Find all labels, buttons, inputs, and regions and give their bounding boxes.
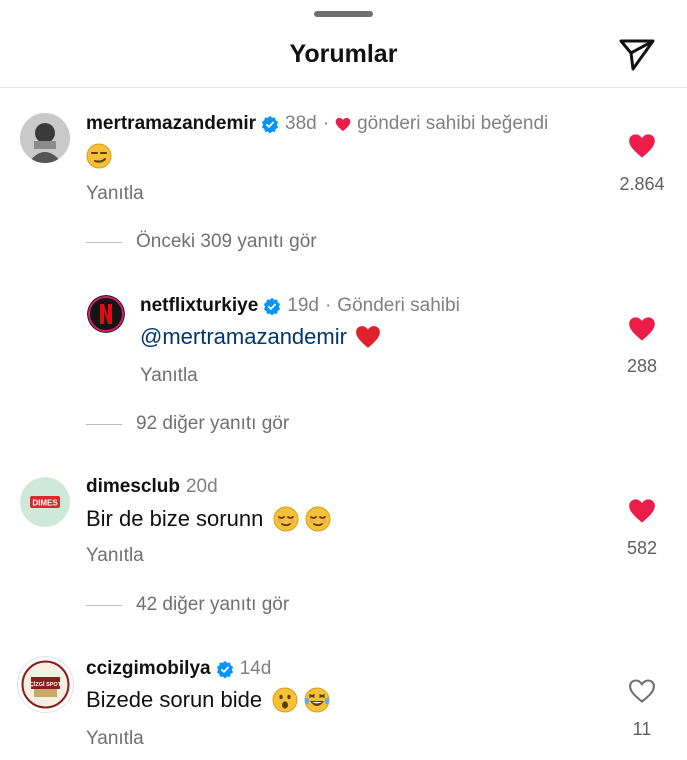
creator-badge-label: Gönderi sahibi (337, 295, 460, 316)
username[interactable]: netflixturkiye (140, 295, 258, 317)
like-button[interactable] (612, 133, 672, 159)
sheet-grabber-handle[interactable] (314, 11, 373, 17)
relieved-emoji (273, 506, 299, 532)
view-replies-button[interactable]: 92 diğer yanıtı gör (86, 413, 289, 435)
cizgi-logo-text: ÇİZGİ SPOT (30, 681, 62, 688)
comment-age: 14d (239, 658, 272, 679)
like-count: 2.864 (619, 174, 665, 194)
avatar[interactable] (87, 295, 125, 333)
view-replies-button[interactable]: 42 diğer yanıtı gör (86, 594, 289, 616)
view-replies-label: Önceki 309 yanıtı gör (136, 231, 317, 252)
avatar[interactable] (20, 113, 70, 163)
like-count: 582 (626, 538, 658, 558)
creator-liked-note: gönderi sahibi beğendi (357, 113, 549, 134)
username[interactable]: mertramazandemir (86, 113, 256, 135)
comment-headline: dimesclub 20d (86, 476, 218, 498)
verified-badge-icon (264, 297, 281, 315)
reply-button[interactable]: Yanıtla (86, 728, 144, 750)
like-button[interactable] (612, 498, 672, 524)
comment-text: @mertramazandemir (140, 324, 381, 350)
comment-headline: netflixturkiye 19d · Gönderi sahibi (140, 295, 460, 317)
avatar[interactable]: DIMES (20, 477, 70, 527)
divider-line (86, 423, 122, 425)
surprised-emoji (272, 687, 298, 713)
comment-text: Bir de bize sorunn (86, 506, 331, 532)
view-replies-label: 42 diğer yanıtı gör (136, 594, 290, 615)
comments-header: Yorumlar (0, 0, 687, 88)
comment-age: 19d (287, 295, 319, 316)
dimes-logo-text: DIMES (32, 499, 58, 508)
divider-line (86, 604, 122, 606)
view-replies-button[interactable]: Önceki 309 yanıtı gör (86, 231, 317, 253)
heart-filled-icon (629, 317, 655, 341)
username[interactable]: dimesclub (86, 476, 180, 498)
comment-headline: ccizgimobilya 14d (86, 658, 271, 680)
avatar[interactable]: ÇİZGİ SPOT (17, 656, 74, 713)
comment-headline: mertramazandemir 38d · gönderi sahibi be… (86, 113, 548, 135)
reply-button[interactable]: Yanıtla (86, 183, 144, 205)
comment-body: Bizede sorun bide (86, 687, 263, 712)
relieved-emoji (305, 506, 331, 532)
divider-line (86, 241, 122, 243)
like-count: 288 (626, 356, 658, 376)
share-send-icon[interactable] (617, 33, 657, 73)
like-button[interactable] (612, 678, 672, 704)
red-heart-emoji (356, 326, 380, 348)
smirk-emoji (86, 143, 112, 169)
reply-button[interactable]: Yanıtla (86, 545, 144, 567)
meta-separator: · (324, 295, 332, 316)
heart-filled-icon (629, 134, 655, 158)
verified-badge-icon (216, 660, 233, 678)
page-title: Yorumlar (289, 40, 398, 68)
comment-text (86, 143, 112, 169)
heart-outline-icon (629, 679, 655, 703)
comment-age: 38d (285, 113, 317, 134)
reply-button[interactable]: Yanıtla (140, 365, 198, 387)
mention-link[interactable]: @mertramazandemir (140, 324, 347, 350)
view-replies-label: 92 diğer yanıtı gör (136, 413, 290, 434)
meta-separator: · (322, 113, 330, 134)
creator-liked-heart-icon (335, 117, 351, 131)
comment-age: 20d (185, 476, 218, 497)
like-count: 11 (632, 719, 652, 739)
verified-badge-icon (261, 115, 279, 133)
laughing-tears-emoji (304, 687, 330, 713)
heart-filled-icon (629, 499, 655, 523)
like-button[interactable] (612, 316, 672, 342)
comment-body: Bir de bize sorunn (86, 506, 264, 531)
username[interactable]: ccizgimobilya (86, 658, 211, 680)
comment-text: Bizede sorun bide (86, 687, 330, 713)
